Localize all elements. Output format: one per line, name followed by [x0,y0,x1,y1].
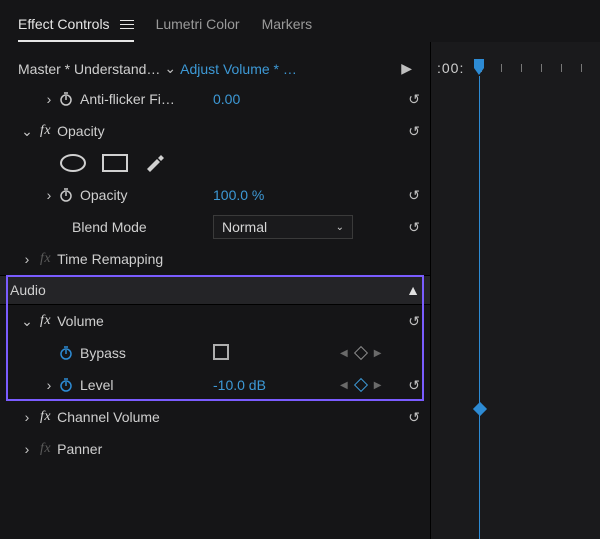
collapse-toggle[interactable]: › [40,187,58,203]
master-clip-label: Master * Understand… [18,61,160,77]
keyframe-nav[interactable]: ◀ ▶ [340,380,381,391]
fx-badge[interactable]: fx [40,441,51,457]
reset-icon[interactable]: ↺ [408,313,420,330]
reset-icon[interactable]: ↺ [408,377,420,394]
rectangle-mask-icon[interactable] [102,154,128,172]
keyframe-marker[interactable] [473,402,487,416]
playhead-icon[interactable] [473,58,485,76]
reset-icon[interactable]: ↺ [408,409,420,426]
add-keyframe-icon[interactable] [354,346,368,360]
property-blend-mode: Blend Mode [72,219,147,235]
property-opacity: Opacity [80,187,127,203]
value-opacity[interactable]: 100.0 % [213,187,264,203]
stopwatch-icon[interactable] [58,345,74,361]
reset-icon[interactable]: ↺ [408,123,420,140]
prev-keyframe-icon[interactable]: ◀ [340,380,348,391]
time-ruler[interactable] [431,64,600,76]
collapse-toggle[interactable]: › [18,251,36,267]
timeline-pane[interactable]: :00: [430,42,600,539]
panel-menu-icon[interactable] [120,20,134,29]
effect-channel-volume: Channel Volume [57,409,160,425]
tab-label: Effect Controls [18,16,110,32]
property-anti-flicker: Anti-flicker Fi… [80,91,175,107]
play-icon[interactable]: ▶ [401,60,412,77]
effect-opacity: Opacity [57,123,104,139]
fx-badge[interactable]: fx [40,409,51,425]
fx-badge[interactable]: fx [40,123,51,139]
tab-lumetri-color[interactable]: Lumetri Color [156,10,240,42]
collapse-toggle[interactable]: › [18,409,36,425]
pen-mask-icon[interactable] [144,152,164,175]
collapse-section-icon[interactable]: ▲ [406,282,420,298]
prev-keyframe-icon[interactable]: ◀ [340,348,348,359]
next-keyframe-icon[interactable]: ▶ [374,380,382,391]
collapse-toggle[interactable]: › [18,441,36,457]
collapse-toggle[interactable]: ⌄ [18,313,36,330]
collapse-toggle[interactable]: › [40,377,58,393]
stopwatch-icon[interactable] [58,91,74,107]
fx-badge[interactable]: fx [40,251,51,267]
property-level: Level [80,377,113,393]
effect-time-remapping: Time Remapping [57,251,163,267]
stopwatch-icon[interactable] [58,377,74,393]
chevron-down-icon: ⌄ [336,222,344,233]
collapse-toggle[interactable]: › [40,91,58,107]
keyframe-nav[interactable]: ◀ ▶ [340,348,381,359]
section-audio: Audio [10,282,46,298]
ellipse-mask-icon[interactable] [60,154,86,172]
add-keyframe-icon[interactable] [354,378,368,392]
blend-mode-dropdown[interactable]: Normal ⌄ [213,215,353,239]
playhead-line [479,76,480,539]
reset-icon[interactable]: ↺ [408,187,420,204]
next-keyframe-icon[interactable]: ▶ [374,348,382,359]
reset-icon[interactable]: ↺ [408,91,420,108]
value-anti-flicker[interactable]: 0.00 [213,91,240,107]
effect-volume: Volume [57,313,104,329]
stopwatch-icon[interactable] [58,187,74,203]
chevron-down-icon[interactable]: ⌄ [164,60,176,77]
effect-panner: Panner [57,441,102,457]
fx-badge[interactable]: fx [40,313,51,329]
tab-markers[interactable]: Markers [262,10,313,42]
reset-icon[interactable]: ↺ [408,219,420,236]
value-level[interactable]: -10.0 dB [213,377,266,393]
sequence-clip-label[interactable]: Adjust Volume * … [180,61,297,77]
property-bypass: Bypass [80,345,126,361]
bypass-checkbox[interactable] [213,344,229,363]
tab-effect-controls[interactable]: Effect Controls [18,10,134,42]
collapse-toggle[interactable]: ⌄ [18,123,36,140]
